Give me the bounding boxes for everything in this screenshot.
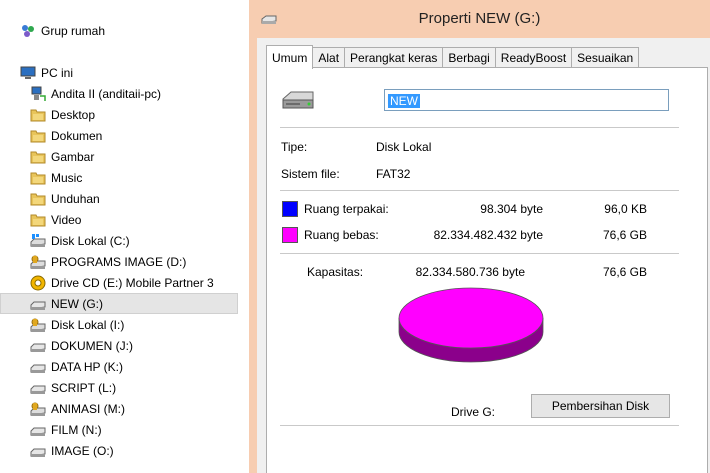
disk-cleanup-button[interactable]: Pembersihan Disk bbox=[531, 394, 670, 418]
nav-item-dokumen-j[interactable]: DOKUMEN (J:) bbox=[0, 335, 268, 356]
nav-item-label: FILM (N:) bbox=[51, 422, 102, 437]
folder-icon bbox=[30, 212, 46, 228]
type-value: Disk Lokal bbox=[376, 140, 432, 154]
nav-item-label: SCRIPT (L:) bbox=[51, 380, 117, 395]
cd-drive-icon bbox=[30, 275, 46, 291]
tab-berbagi[interactable]: Berbagi bbox=[442, 47, 496, 68]
drive-icon bbox=[281, 88, 315, 115]
folder-icon bbox=[30, 191, 46, 207]
title-bar[interactable]: Properti NEW (G:) bbox=[249, 0, 710, 38]
nav-item-film-n[interactable]: FILM (N:) bbox=[0, 419, 268, 440]
properties-dialog: Umum Alat Perangkat keras Berbagi ReadyBoost… bbox=[257, 38, 710, 473]
nav-item-label: Music bbox=[51, 170, 83, 185]
shared-drive-icon bbox=[30, 401, 46, 417]
tab-panel-general: NEW Tipe: Disk Lokal Sistem file: FAT32 … bbox=[266, 67, 708, 473]
properties-window: Properti NEW (G:) Umum Alat Perangkat kera… bbox=[249, 0, 710, 473]
filesystem-value: FAT32 bbox=[376, 167, 411, 181]
drive-name-selection: NEW bbox=[388, 94, 420, 108]
shared-drive-icon bbox=[30, 254, 46, 270]
nav-item-data-hp-k[interactable]: DATA HP (K:) bbox=[0, 356, 268, 377]
free-space-swatch bbox=[282, 227, 298, 243]
type-label: Tipe: bbox=[281, 140, 308, 154]
nav-item-new-g[interactable]: NEW (G:) bbox=[0, 293, 238, 314]
used-space-label: Ruang terpakai: bbox=[304, 202, 389, 216]
window-title: Properti NEW (G:) bbox=[418, 10, 541, 27]
tab-umum[interactable]: Umum bbox=[266, 45, 314, 69]
nav-item-gambar[interactable]: Gambar bbox=[0, 146, 268, 167]
free-space-bytes: 82.334.482.432 byte bbox=[433, 228, 543, 242]
folder-icon bbox=[30, 170, 46, 186]
network-pc-icon bbox=[30, 86, 46, 102]
tab-perangkat-keras[interactable]: Perangkat keras bbox=[344, 47, 444, 68]
separator bbox=[280, 253, 679, 254]
drive-icon bbox=[30, 380, 46, 396]
free-space-label: Ruang bebas: bbox=[304, 228, 379, 242]
separator bbox=[280, 127, 679, 128]
used-space-bytes: 98.304 byte bbox=[480, 202, 543, 216]
homegroup-icon bbox=[20, 23, 36, 39]
nav-item-label: Drive CD (E:) Mobile Partner 3 bbox=[51, 275, 214, 290]
nav-item-image-o[interactable]: IMAGE (O:) bbox=[0, 440, 268, 461]
capacity-label: Kapasitas: bbox=[307, 265, 364, 279]
tab-strip: Umum Alat Perangkat keras Berbagi ReadyBoost… bbox=[266, 45, 640, 69]
filesystem-label: Sistem file: bbox=[281, 167, 340, 181]
nav-item-label: NEW (G:) bbox=[51, 296, 103, 311]
separator bbox=[280, 190, 679, 191]
windows-drive-icon bbox=[30, 233, 46, 249]
folder-icon bbox=[30, 149, 46, 165]
capacity-bytes: 82.334.580.736 byte bbox=[415, 265, 525, 279]
drive-icon bbox=[30, 422, 46, 438]
drive-icon bbox=[30, 443, 46, 459]
nav-item-label: IMAGE (O:) bbox=[51, 443, 114, 458]
navigation-pane: Grup rumah PC ini Andita II (anditaii-pc… bbox=[0, 0, 248, 473]
nav-item-label: Disk Lokal (C:) bbox=[51, 233, 130, 248]
folder-icon bbox=[30, 128, 46, 144]
used-space-size: 96,0 KB bbox=[604, 202, 647, 216]
nav-item-andita-ii-anditaii-pc[interactable]: Andita II (anditaii-pc) bbox=[0, 83, 268, 104]
nav-item-disk-lokal-i[interactable]: Disk Lokal (I:) bbox=[0, 314, 268, 335]
nav-item-label: ANIMASI (M:) bbox=[51, 401, 125, 416]
computer-icon bbox=[20, 65, 36, 81]
tab-sesuaikan[interactable]: Sesuaikan bbox=[571, 47, 640, 68]
nav-item-disk-lokal-c[interactable]: Disk Lokal (C:) bbox=[0, 230, 268, 251]
nav-item-programs-image-d[interactable]: PROGRAMS IMAGE (D:) bbox=[0, 251, 268, 272]
nav-item-dokumen[interactable]: Dokumen bbox=[0, 125, 268, 146]
nav-label-this-pc: PC ini bbox=[41, 65, 74, 80]
nav-item-label: Desktop bbox=[51, 107, 96, 122]
removable-drive-icon bbox=[30, 296, 46, 312]
drive-icon bbox=[30, 338, 46, 354]
nav-item-desktop[interactable]: Desktop bbox=[0, 104, 268, 125]
tab-readyboost[interactable]: ReadyBoost bbox=[494, 47, 573, 68]
capacity-size: 76,6 GB bbox=[602, 265, 647, 279]
folder-icon bbox=[30, 107, 46, 123]
nav-item-label: Andita II (anditaii-pc) bbox=[51, 86, 162, 101]
nav-item-animasi-m[interactable]: ANIMASI (M:) bbox=[0, 398, 268, 419]
nav-item-label: DATA HP (K:) bbox=[51, 359, 124, 374]
nav-item-label: PROGRAMS IMAGE (D:) bbox=[51, 254, 187, 269]
nav-item-label: Disk Lokal (I:) bbox=[51, 317, 125, 332]
drive-icon bbox=[30, 359, 46, 375]
drive-label: Drive G: bbox=[451, 405, 496, 419]
disk-usage-pie bbox=[398, 287, 544, 363]
nav-item-music[interactable]: Music bbox=[0, 167, 268, 188]
used-space-swatch bbox=[282, 201, 298, 217]
nav-item-drive-cd-e-mobile-partner-3[interactable]: Drive CD (E:) Mobile Partner 3 bbox=[0, 272, 268, 293]
nav-item-video[interactable]: Video bbox=[0, 209, 268, 230]
nav-item-homegroup[interactable]: Grup rumah bbox=[20, 20, 258, 41]
separator bbox=[280, 425, 679, 426]
free-space-size: 76,6 GB bbox=[602, 228, 647, 242]
nav-item-label: Unduhan bbox=[51, 191, 100, 206]
nav-item-label: Video bbox=[51, 212, 82, 227]
nav-label-homegroup: Grup rumah bbox=[41, 23, 106, 38]
nav-item-script-l[interactable]: SCRIPT (L:) bbox=[0, 377, 268, 398]
shared-drive-icon bbox=[30, 317, 46, 333]
nav-item-label: Dokumen bbox=[51, 128, 103, 143]
nav-item-this-pc[interactable]: PC ini bbox=[20, 62, 258, 83]
tab-alat[interactable]: Alat bbox=[312, 47, 346, 68]
nav-item-unduhan[interactable]: Unduhan bbox=[0, 188, 268, 209]
drive-name-input[interactable] bbox=[384, 89, 669, 111]
nav-item-label: Gambar bbox=[51, 149, 95, 164]
nav-item-label: DOKUMEN (J:) bbox=[51, 338, 133, 353]
